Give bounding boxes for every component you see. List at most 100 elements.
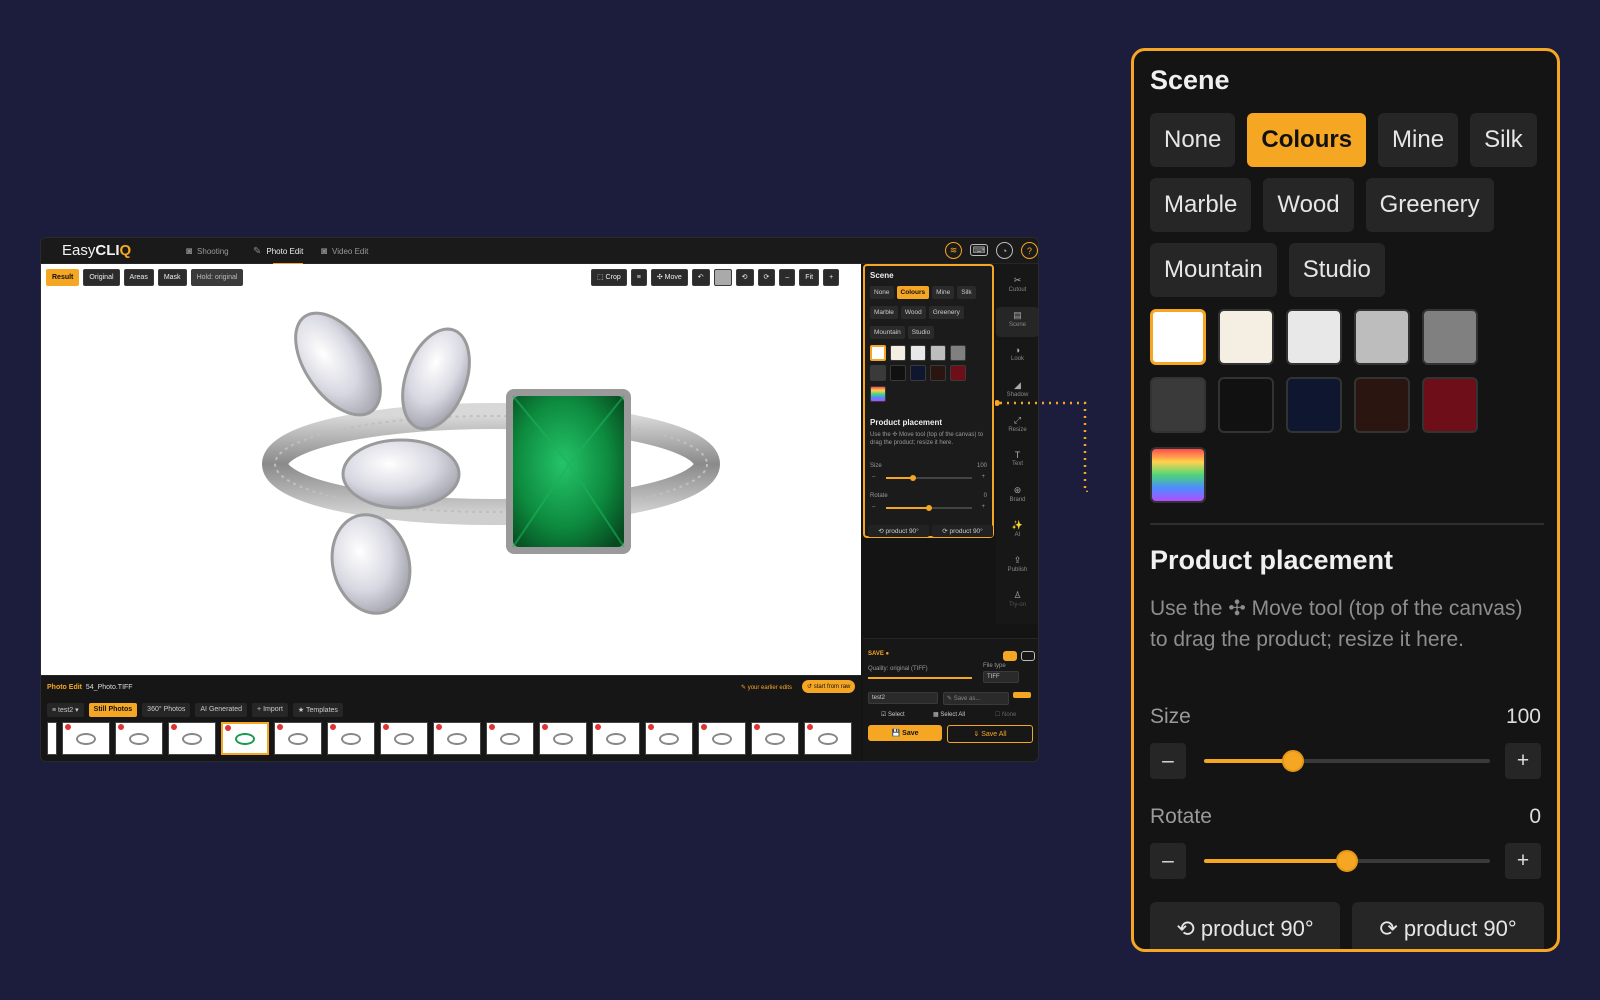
tab-360-photos[interactable]: 360° Photos — [142, 703, 191, 717]
colour-swatch[interactable] — [1354, 309, 1410, 365]
zoom-scene-silk-button[interactable]: Silk — [1470, 113, 1537, 167]
photo-thumbnail[interactable] — [168, 722, 216, 755]
rotate-plus-button[interactable]: + — [981, 504, 985, 510]
zoom-rotate-left-90-button[interactable]: ⟲ product 90° — [1150, 902, 1340, 949]
zoom-size-plus-button[interactable]: + — [1505, 743, 1541, 779]
folder-input[interactable]: test2 — [868, 692, 938, 704]
rail-item-try-on[interactable]: ♙ Try-on — [996, 587, 1038, 617]
custom-gradient-swatch[interactable] — [870, 386, 886, 402]
colour-swatch[interactable] — [930, 345, 946, 361]
photo-thumbnail[interactable] — [804, 722, 852, 755]
keyboard-icon[interactable]: ⌨ — [970, 244, 988, 256]
size-slider[interactable] — [886, 475, 972, 481]
zoom-rotate-slider[interactable] — [1204, 850, 1490, 872]
colour-swatch[interactable] — [1286, 309, 1342, 365]
rotate-slider-knob[interactable] — [926, 505, 932, 511]
colour-swatch[interactable] — [910, 345, 926, 361]
size-slider-knob[interactable] — [909, 475, 916, 481]
photo-thumbnail[interactable] — [486, 722, 534, 755]
photo-thumbnail[interactable] — [274, 722, 322, 755]
zoom-size-slider-knob[interactable] — [1281, 750, 1304, 772]
colour-swatch[interactable] — [1422, 377, 1478, 433]
colour-swatch[interactable] — [950, 345, 966, 361]
scene-none-button[interactable]: None — [870, 286, 894, 299]
zoom-scene-greenery-button[interactable]: Greenery — [1365, 178, 1494, 232]
rail-item-publish[interactable]: ⇪ Publish — [996, 552, 1038, 582]
zoom-scene-mountain-button[interactable]: Mountain — [1150, 243, 1277, 297]
help-icon[interactable]: ? — [1021, 242, 1038, 259]
start-from-raw-button[interactable]: ↺ start from raw — [802, 680, 856, 693]
zoom-scene-marble-button[interactable]: Marble — [1150, 178, 1252, 232]
colour-swatch[interactable] — [890, 345, 906, 361]
photo-thumbnail[interactable] — [645, 722, 693, 755]
nav-tab-video-edit[interactable]: ◙ Video Edit — [321, 246, 368, 257]
save-all-button[interactable]: ⇓ Save All — [947, 725, 1033, 743]
video-format-icon[interactable] — [1021, 651, 1035, 661]
zoom-scene-wood-button[interactable]: Wood — [1263, 178, 1354, 232]
scene-marble-button[interactable]: Marble — [870, 306, 898, 319]
zoom-rotate-slider-knob[interactable] — [1336, 850, 1358, 872]
templates-button[interactable]: ★ Templates — [292, 703, 343, 717]
colour-swatch[interactable] — [1422, 309, 1478, 365]
scene-wood-button[interactable]: Wood — [900, 306, 926, 319]
colour-swatch[interactable] — [1218, 309, 1274, 365]
size-plus-button[interactable]: + — [981, 474, 985, 480]
rail-item-look[interactable]: ◑ Look — [996, 342, 1038, 372]
scene-mine-button[interactable]: Mine — [932, 286, 955, 299]
photo-thumbnail[interactable] — [47, 722, 57, 755]
quality-slider[interactable] — [868, 677, 972, 679]
rotate-minus-button[interactable]: – — [872, 504, 875, 510]
select-all-button[interactable]: ▦ Select All — [933, 711, 965, 718]
wifi-icon[interactable]: ≋ — [945, 242, 962, 259]
colour-swatch[interactable] — [1150, 377, 1206, 433]
zoom-scene-mine-button[interactable]: Mine — [1378, 113, 1459, 167]
colour-swatch[interactable] — [930, 365, 946, 381]
import-button[interactable]: + Import — [252, 703, 288, 717]
nav-tab-photo-edit[interactable]: ✎ Photo Edit — [253, 246, 304, 265]
scene-silk-button[interactable]: Silk — [957, 286, 976, 299]
rotate-right-90-button[interactable]: ⟳ product 90° — [932, 525, 993, 537]
colour-swatch[interactable] — [870, 365, 886, 381]
zoom-size-slider[interactable] — [1204, 750, 1490, 772]
photo-canvas[interactable]: Result Original Areas Mask Hold: origina… — [41, 264, 861, 675]
tab-ai-generated[interactable]: AI Generated — [195, 703, 248, 717]
photo-thumbnail[interactable] — [592, 722, 640, 755]
size-minus-button[interactable]: – — [872, 474, 875, 480]
zoom-size-minus-button[interactable]: – — [1150, 743, 1186, 779]
nav-tab-shooting[interactable]: ◙ Shooting — [186, 246, 229, 257]
session-select[interactable]: ≡ test2 ▾ — [47, 703, 84, 717]
select-button[interactable]: ☑ Select — [881, 711, 905, 718]
rail-item-cutout[interactable]: ✂ Cutout — [996, 272, 1038, 302]
colour-swatch[interactable] — [910, 365, 926, 381]
zoom-scene-studio-button[interactable]: Studio — [1288, 243, 1385, 297]
save-as-input[interactable]: ✎ Save as... — [943, 692, 1009, 705]
colour-swatch[interactable] — [1354, 377, 1410, 433]
colour-swatch[interactable] — [1150, 309, 1206, 365]
rotate-left-90-button[interactable]: ⟲ product 90° — [868, 525, 929, 537]
photo-format-icon[interactable] — [1003, 651, 1017, 661]
zoom-rotate-right-90-button[interactable]: ⟳ product 90° — [1352, 902, 1544, 949]
rotate-slider[interactable] — [886, 505, 972, 511]
colour-swatch[interactable] — [950, 365, 966, 381]
save-button[interactable]: 💾 Save — [868, 725, 942, 741]
rail-item-scene[interactable]: ▤ Scene — [996, 307, 1038, 337]
photo-thumbnail[interactable] — [327, 722, 375, 755]
scene-greenery-button[interactable]: Greenery — [928, 306, 964, 319]
photo-thumbnail[interactable] — [751, 722, 799, 755]
select-none-button[interactable]: ☐ None — [995, 711, 1016, 718]
photo-thumbnail[interactable] — [221, 722, 269, 755]
user-icon[interactable]: ◔ — [996, 242, 1013, 259]
photo-thumbnail[interactable] — [380, 722, 428, 755]
photo-thumbnail[interactable] — [62, 722, 110, 755]
photo-thumbnail[interactable] — [115, 722, 163, 755]
scene-studio-button[interactable]: Studio — [907, 326, 935, 339]
zoom-rotate-plus-button[interactable]: + — [1505, 843, 1541, 879]
colour-swatch[interactable] — [1218, 377, 1274, 433]
colour-swatch[interactable] — [870, 345, 886, 361]
zoom-scene-none-button[interactable]: None — [1150, 113, 1236, 167]
colour-swatch[interactable] — [1286, 377, 1342, 433]
zoom-scene-colours-button[interactable]: Colours — [1247, 113, 1367, 167]
earlier-edits-link[interactable]: ✎ your earlier edits — [741, 684, 792, 691]
zoom-rotate-minus-button[interactable]: – — [1150, 843, 1186, 879]
photo-thumbnail[interactable] — [433, 722, 481, 755]
